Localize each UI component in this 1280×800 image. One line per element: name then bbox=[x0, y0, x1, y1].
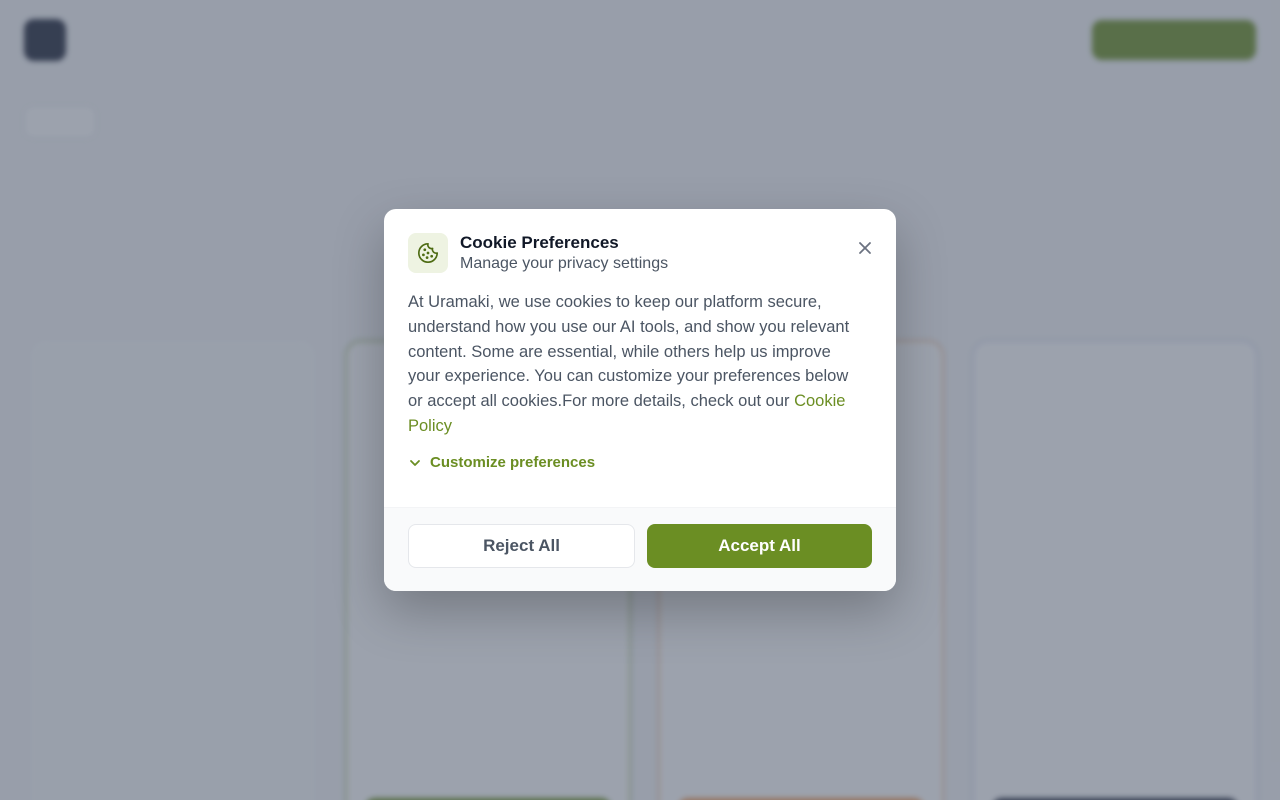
cookie-icon-badge bbox=[408, 233, 448, 273]
chevron-down-icon bbox=[410, 459, 420, 466]
close-icon bbox=[859, 242, 871, 254]
customize-preferences-label: Customize preferences bbox=[430, 454, 596, 471]
description-text: At Uramaki, we use cookies to keep our p… bbox=[408, 293, 850, 411]
customize-preferences-toggle[interactable]: Customize preferences bbox=[408, 454, 595, 471]
cookie-icon bbox=[418, 243, 438, 263]
dialog-footer: Reject All Accept All bbox=[384, 507, 896, 591]
dialog-subtitle: Manage your privacy settings bbox=[460, 255, 669, 272]
cookie-preferences-dialog: Cookie Preferences Manage your privacy s… bbox=[384, 209, 896, 591]
dialog-header: Cookie Preferences Manage your privacy s… bbox=[408, 233, 872, 275]
dialog-description: At Uramaki, we use cookies to keep our p… bbox=[408, 290, 858, 439]
dialog-header-text: Cookie Preferences Manage your privacy s… bbox=[460, 233, 668, 275]
close-button[interactable] bbox=[856, 239, 874, 257]
reject-all-button[interactable]: Reject All bbox=[408, 524, 635, 568]
dialog-title: Cookie Preferences bbox=[460, 233, 619, 252]
accept-all-button[interactable]: Accept All bbox=[647, 524, 872, 568]
